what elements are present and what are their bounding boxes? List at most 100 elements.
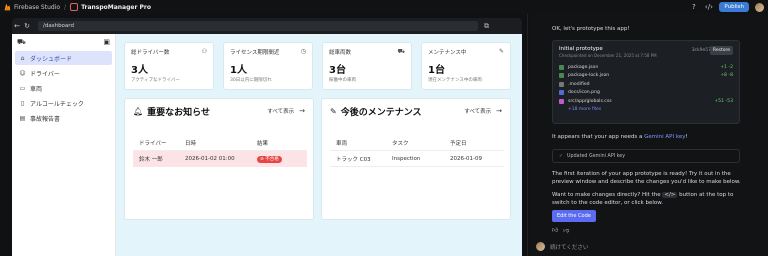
restore-button[interactable]: Restore — [709, 46, 733, 55]
sidebar-item-accident-reports[interactable]: ▤ 事故報告書 — [15, 111, 112, 125]
bottle-icon: ▯ — [20, 99, 25, 107]
datetime-cell: 2026-01-02 01:00 — [185, 156, 235, 162]
sidebar-item-label: アルコールチェック — [30, 100, 84, 108]
refresh-icon[interactable]: ↻ — [22, 22, 32, 30]
url-bar: ← ↻ /dashboard ⧉ — [12, 18, 522, 34]
chat-panel: OK, let's prototype this app! Initial pr… — [530, 14, 768, 256]
chat-message: It appears that your app needs a Gemini … — [552, 134, 688, 140]
studio-label: Firebase Studio — [14, 3, 61, 11]
check-circle-icon: ✓ — [559, 153, 564, 159]
panel-header: 🔔︎ 重要なお知らせ すべて表示 → — [125, 99, 313, 123]
stat-value: 1人 — [230, 65, 247, 76]
table-row[interactable]: 鈴木 一郎 2026-01-02 01:00 ⊘ 不合格 — [133, 151, 307, 167]
list-item[interactable]: package-lock.json +8 -8 — [559, 72, 733, 81]
thumbs-down-icon[interactable]: 👎︎ — [563, 227, 569, 234]
open-external-icon[interactable]: ⧉ — [484, 22, 489, 31]
stat-value: 1台 — [428, 65, 445, 76]
wrench-icon: ✎ — [330, 106, 337, 116]
file-name: package-lock.json — [568, 73, 610, 79]
sidebar-item-vehicles[interactable]: ▭ 車両 — [15, 81, 112, 95]
file-icon — [559, 73, 564, 79]
arrow-right-icon[interactable]: → — [496, 107, 502, 115]
notices-table: ドライバー 日時 結果 鈴木 一郎 2026-01-02 01:00 ⊘ 不合格 — [133, 135, 307, 167]
sidebar-item-label: 車両 — [30, 85, 43, 93]
list-item[interactable]: .modified — [559, 80, 733, 89]
feedback-buttons: 👍︎ 👎︎ — [552, 226, 569, 234]
stat-card-license-expiring: ライセンス期限間近 ◷ 1人 30日以内に期限切れ — [223, 42, 313, 90]
maintenance-table: 車両 タスク 予定日 トラック C03 Inspection 2026-01-0… — [330, 135, 504, 167]
checkpoint-subtitle: Checkpointed on December 21, 2025 at 7:5… — [559, 53, 657, 58]
table-header-row: 車両 タスク 予定日 — [330, 135, 504, 151]
list-item[interactable]: docs/icon.png — [559, 89, 733, 98]
project-name[interactable]: TranspoManager Pro — [81, 4, 151, 11]
more-files-link[interactable]: +18 more files — [559, 107, 733, 112]
gemini-key-status-label: Updated Gemini API key — [567, 153, 626, 159]
users-icon: ⚇ — [201, 48, 207, 55]
stat-card-drivers: 総ドライバー数 ⚇ 3人 アクティブなドライバー — [124, 42, 214, 90]
table-header-row: ドライバー 日時 結果 — [133, 135, 307, 151]
file-name: src/app/globals.css — [568, 98, 612, 104]
url-input[interactable]: /dashboard — [38, 21, 478, 31]
preview-browser: ← ↻ /dashboard ⧉ ⛟ ▣ ⌂ ダッシュボード ☺ ドライバー ▭… — [12, 18, 522, 256]
stat-card-maintenance: メンテナンス中 ✎ 1台 現在メンテナンス中の車両 — [421, 42, 511, 90]
arrow-right-icon[interactable]: → — [299, 107, 305, 115]
message-text: It appears that your app needs a — [552, 134, 645, 140]
users-icon: ☺ — [19, 69, 26, 77]
file-icon — [559, 81, 564, 87]
column-header: ドライバー — [139, 140, 167, 147]
gemini-key-status[interactable]: ✓ Updated Gemini API key — [552, 149, 740, 163]
thumbs-up-icon[interactable]: 👍︎ — [552, 227, 558, 234]
table-row[interactable]: トラック C03 Inspection 2026-01-09 — [330, 151, 504, 167]
truck-logo-icon: ⛟ — [17, 37, 26, 46]
stat-label: ライセンス期限間近 — [230, 50, 280, 56]
column-header: タスク — [392, 140, 409, 147]
wrench-icon: ✎ — [498, 48, 504, 55]
publish-button[interactable]: Publish — [719, 2, 749, 12]
sidebar-collapse-icon[interactable]: ▣ — [103, 38, 110, 46]
sidebar-item-alcohol-check[interactable]: ▯ アルコールチェック — [15, 96, 112, 110]
task-cell: Inspection — [392, 155, 421, 162]
breadcrumb-separator: / — [64, 3, 67, 11]
view-all-link[interactable]: すべて表示 — [464, 107, 491, 115]
css-file-icon — [559, 98, 564, 104]
top-bar: Firebase Studio / TranspoManager Pro ? ‹… — [0, 0, 768, 14]
stat-subtext: 現在メンテナンス中の車両 — [428, 78, 482, 83]
gemini-api-key-link[interactable]: Gemini API key — [644, 134, 685, 140]
column-header: 予定日 — [450, 140, 467, 147]
stat-value: 3人 — [131, 65, 148, 76]
document-icon: ▤ — [19, 114, 26, 122]
column-header: 結果 — [257, 140, 269, 147]
view-all-link[interactable]: すべて表示 — [267, 107, 294, 115]
edit-code-button[interactable]: Edit the Code — [552, 210, 596, 222]
checkpoint-card: Initial prototype Checkpointed on Decemb… — [552, 40, 740, 124]
message-text: ! — [685, 134, 688, 140]
firebase-logo-icon — [4, 3, 11, 11]
clock-icon: ◷ — [300, 48, 306, 55]
stat-label: 総車両数 — [329, 50, 352, 56]
chat-input[interactable]: 続けてください — [550, 243, 588, 251]
chat-input-row: 続けてください — [536, 240, 762, 253]
truck-icon: ▭ — [19, 84, 26, 92]
chat-message: OK, let's prototype this app! — [552, 26, 630, 32]
vehicle-cell: トラック C03 — [336, 156, 371, 163]
sidebar-item-label: ダッシュボード — [30, 55, 73, 63]
panel-title: 今後のメンテナンス — [340, 107, 422, 118]
sidebar-item-dashboard[interactable]: ⌂ ダッシュボード — [15, 51, 112, 65]
back-icon[interactable]: ← — [12, 22, 22, 30]
sidebar-header: ⛟ ▣ — [12, 34, 115, 50]
sidebar-item-drivers[interactable]: ☺ ドライバー — [15, 66, 112, 80]
chat-message: Want to make changes directly? Hit the <… — [552, 192, 752, 207]
date-cell: 2026-01-09 — [450, 155, 482, 162]
help-icon[interactable]: ? — [689, 3, 698, 12]
list-item[interactable]: src/app/globals.css +51 -53 — [559, 97, 733, 106]
avatar[interactable] — [755, 2, 764, 12]
diff-stat: +1 -2 — [720, 64, 733, 70]
stat-subtext: アクティブなドライバー — [131, 78, 180, 83]
stat-subtext: 30日以内に期限切れ — [230, 78, 272, 83]
panel-divider[interactable] — [527, 14, 528, 256]
changed-files-list: package.json +1 -2 package-lock.json +8 … — [559, 63, 733, 112]
stat-label: 総ドライバー数 — [131, 50, 170, 56]
stat-cards: 総ドライバー数 ⚇ 3人 アクティブなドライバー ライセンス期限間近 ◷ 1人 … — [124, 42, 511, 90]
list-item[interactable]: package.json +1 -2 — [559, 63, 733, 72]
code-icon[interactable]: ‹/› — [704, 3, 713, 12]
